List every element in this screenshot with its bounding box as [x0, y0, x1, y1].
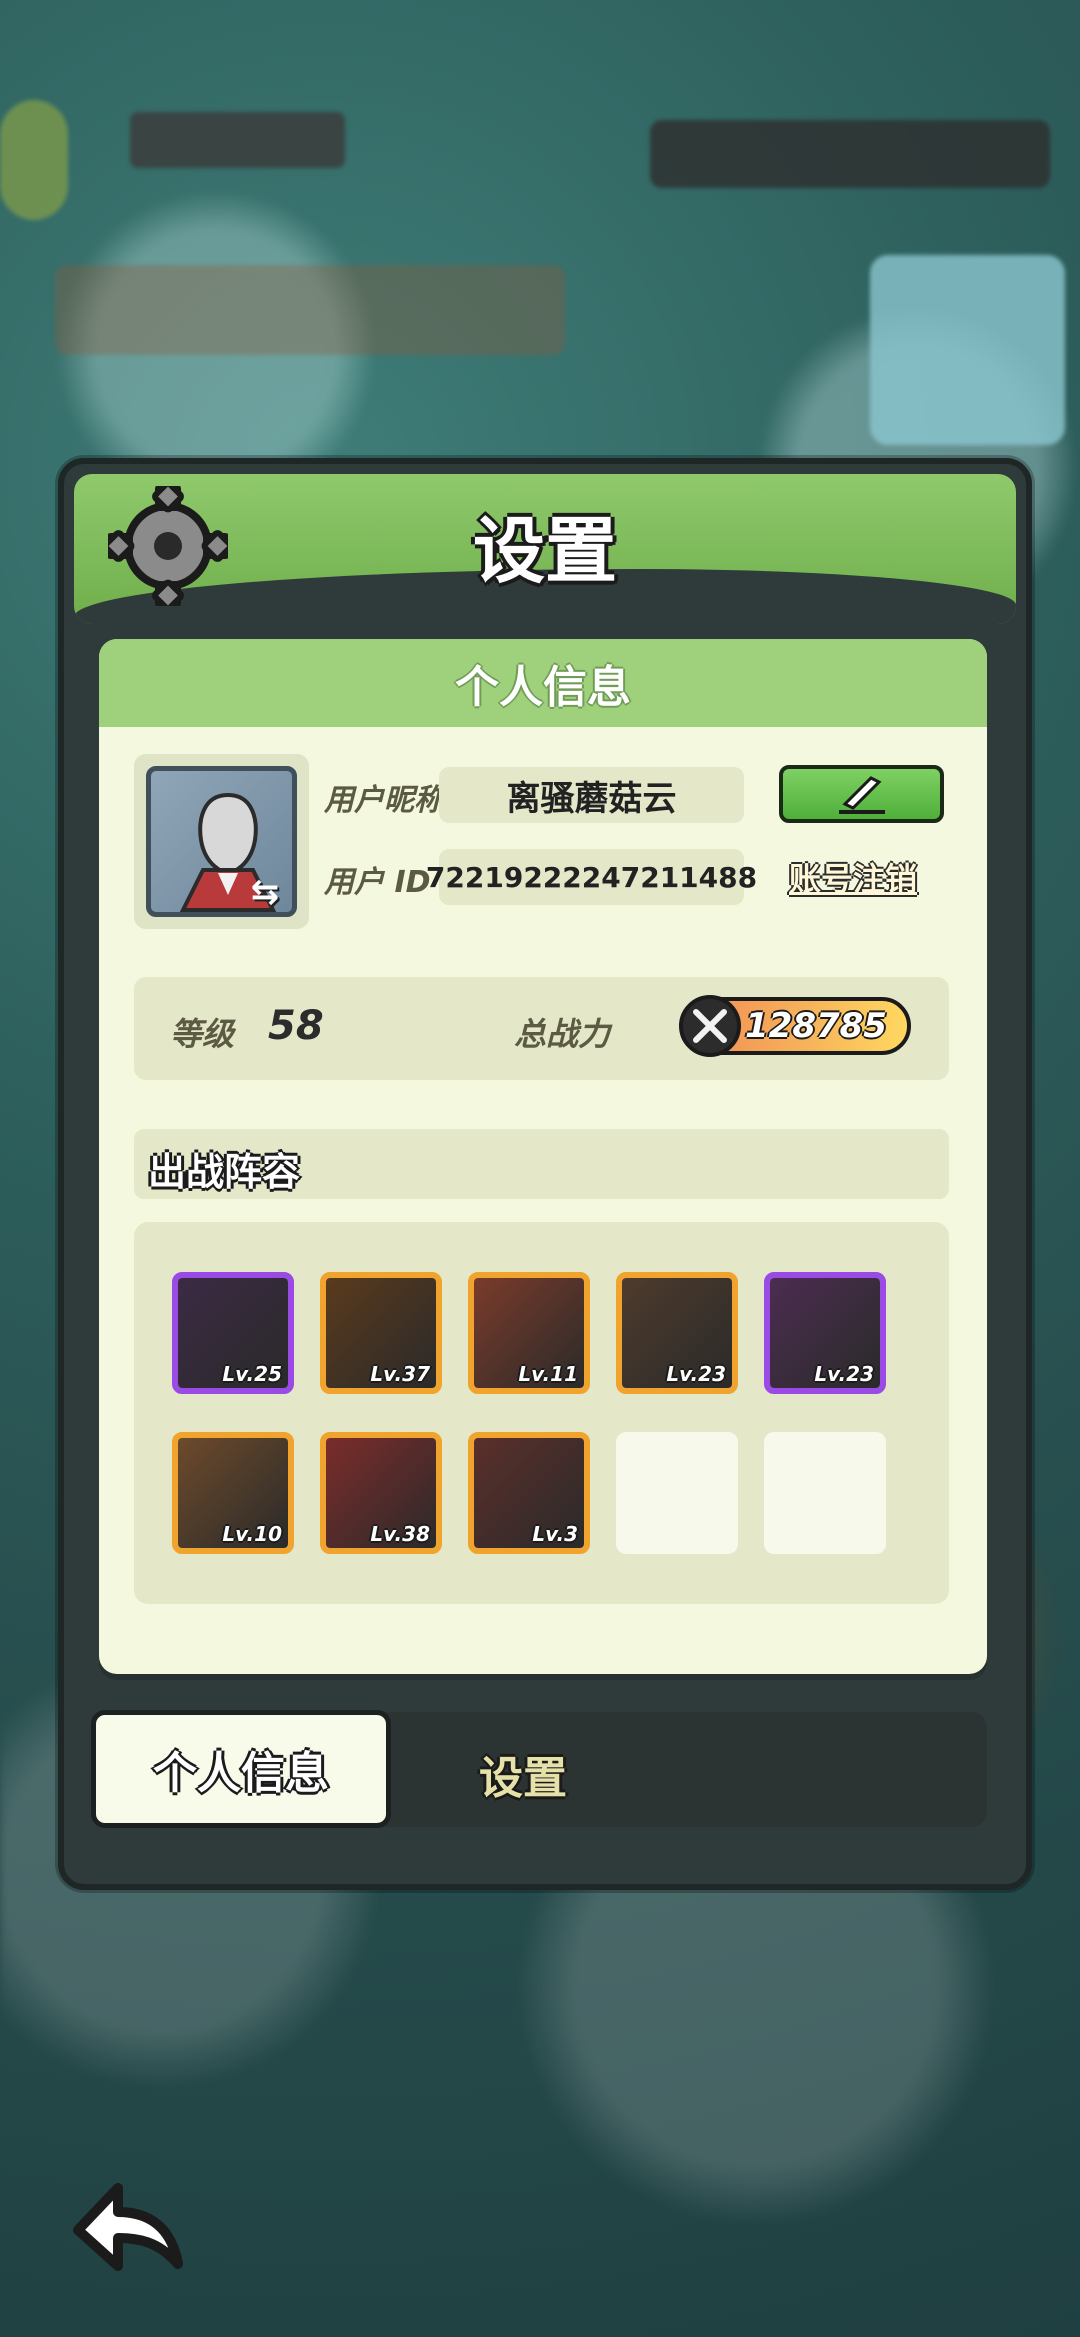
back-button[interactable]: [60, 2168, 195, 2283]
lineup-slot-3[interactable]: Lv.11: [468, 1272, 590, 1394]
panel-header: 设置: [74, 474, 1016, 624]
lineup-slot-4[interactable]: Lv.23: [616, 1272, 738, 1394]
hud-hero-row: [55, 265, 565, 355]
lineup-slot-empty-9[interactable]: [616, 1432, 738, 1554]
avatar-frame[interactable]: ⇆: [134, 754, 309, 929]
tab-personal-info-label: 个人信息: [153, 1748, 329, 1799]
hero-level: Lv.11: [518, 1362, 578, 1386]
lineup-grid: Lv.25 Lv.37 Lv.11 Lv.23 Lv.23 Lv.10 Lv.3…: [134, 1222, 949, 1604]
crossed-swords-icon: [679, 995, 741, 1057]
hero-level: Lv.10: [222, 1522, 282, 1546]
back-arrow-icon: [73, 2183, 183, 2271]
lineup-title: 出战阵容: [148, 1150, 301, 1194]
hero-level: Lv.38: [370, 1522, 430, 1546]
power-badge: 128785: [679, 995, 911, 1057]
hud-player-name-area: [130, 112, 345, 168]
pencil-icon: [838, 776, 885, 814]
hero-level: Lv.3: [532, 1522, 578, 1546]
tab-personal-info[interactable]: 个人信息: [91, 1710, 391, 1828]
user-id-label: 用户 ID: [324, 865, 431, 900]
lineup-slot-2[interactable]: Lv.37: [320, 1272, 442, 1394]
hud-minimap: [870, 255, 1065, 445]
hero-level: Lv.23: [666, 1362, 726, 1386]
lineup-slot-6[interactable]: Lv.10: [172, 1432, 294, 1554]
lineup-slot-7[interactable]: Lv.38: [320, 1432, 442, 1554]
level-label: 等级: [170, 1015, 235, 1053]
hero-level: Lv.37: [370, 1362, 430, 1386]
personal-info-card: 个人信息 ⇆ 用户昵称 离骚蘑菇云 用户 ID 7221922224721148…: [99, 639, 987, 1674]
power-value: 128785: [745, 1006, 887, 1046]
lineup-slot-5[interactable]: Lv.23: [764, 1272, 886, 1394]
hud-currency-area: [650, 120, 1050, 188]
avatar[interactable]: ⇆: [146, 766, 297, 917]
lineup-slot-1[interactable]: Lv.25: [172, 1272, 294, 1394]
card-title-bar: 个人信息: [99, 639, 987, 727]
panel-title: 设置: [472, 509, 617, 593]
hud-player-avatar: [0, 100, 68, 220]
tab-settings[interactable]: 设置: [479, 1742, 567, 1806]
swap-icon[interactable]: ⇆: [244, 875, 286, 909]
level-value: 58: [268, 1003, 324, 1049]
hero-level: Lv.23: [814, 1362, 874, 1386]
account-cancel-link[interactable]: 账号注销: [789, 854, 917, 900]
lineup-slot-empty-10[interactable]: [764, 1432, 886, 1554]
user-id-value: 72219222247211488: [426, 849, 757, 905]
card-title: 个人信息: [455, 662, 631, 713]
nickname-label: 用户昵称: [324, 783, 444, 818]
edit-nickname-button[interactable]: [779, 765, 944, 823]
power-label: 总战力: [514, 1015, 611, 1053]
lineup-header: 出战阵容: [134, 1129, 949, 1199]
stats-row: 等级 58 总战力 128785: [134, 977, 949, 1080]
lineup-slot-8[interactable]: Lv.3: [468, 1432, 590, 1554]
bottom-tabs: 个人信息 设置: [91, 1710, 987, 1828]
hero-level: Lv.25: [222, 1362, 282, 1386]
settings-panel: 设置 个人信息 ⇆ 用户昵称 离骚蘑菇云 用户 ID 7221922224721…: [58, 458, 1032, 1890]
nickname-value: 离骚蘑菇云: [439, 767, 744, 823]
